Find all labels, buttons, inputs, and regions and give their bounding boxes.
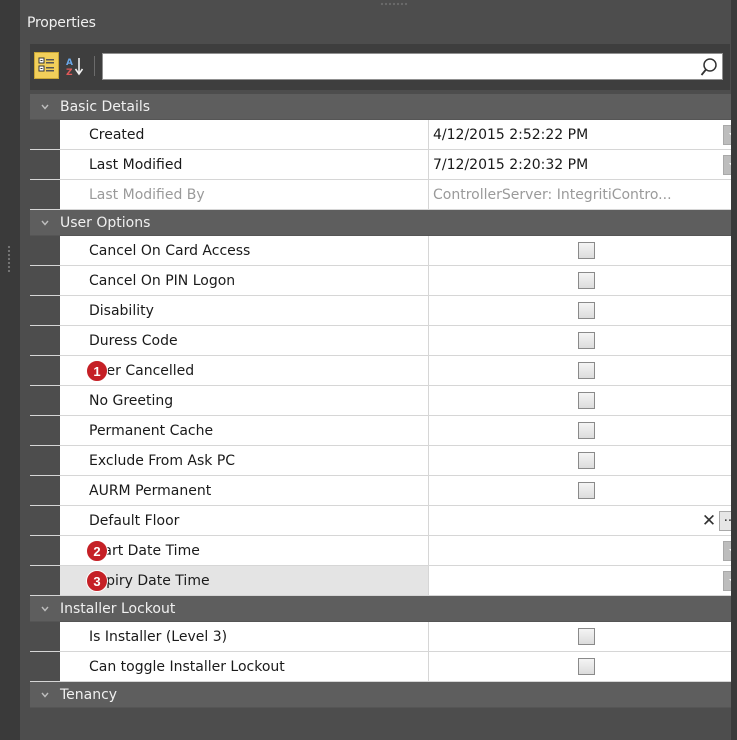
category-basic-details[interactable]: Basic Details (30, 94, 737, 120)
category-installer-lockout[interactable]: Installer Lockout (30, 596, 737, 622)
property-row-start-date-time[interactable]: 2 Start Date Time (30, 536, 737, 566)
category-label: Installer Lockout (60, 600, 176, 617)
property-name: Last Modified (60, 150, 429, 179)
property-name: Start Date Time (60, 536, 429, 565)
property-value: 7/12/2015 2:20:32 PM (433, 156, 589, 173)
callout-marker-3: 3 (86, 570, 108, 592)
property-row-cancel-on-pin-logon[interactable]: Cancel On PIN Logon (30, 266, 737, 296)
checkbox[interactable] (577, 272, 595, 289)
panel-title: Properties (27, 15, 96, 31)
svg-text:Z: Z (66, 68, 73, 76)
property-row-is-installer[interactable]: Is Installer (Level 3) (30, 622, 737, 652)
property-row-can-toggle-installer-lockout[interactable]: Can toggle Installer Lockout (30, 652, 737, 682)
properties-toolbar: A Z (30, 44, 730, 90)
checkbox[interactable] (577, 332, 595, 349)
property-value: 4/12/2015 2:52:22 PM (433, 126, 589, 143)
checkbox[interactable] (577, 452, 595, 469)
property-name: Cancel On PIN Logon (60, 266, 429, 295)
property-row-no-greeting[interactable]: No Greeting (30, 386, 737, 416)
search-icon[interactable] (700, 57, 718, 77)
panel-top-grip[interactable] (380, 2, 408, 6)
property-row-exclude-from-ask-pc[interactable]: Exclude From Ask PC (30, 446, 737, 476)
created-value[interactable]: 4/12/2015 2:52:22 PM (429, 120, 737, 149)
callout-marker-1: 1 (86, 360, 108, 382)
last-modified-value[interactable]: 7/12/2015 2:20:32 PM (429, 150, 737, 179)
property-name: AURM Permanent (60, 476, 429, 505)
left-dock-edge (0, 0, 20, 740)
property-search-box[interactable] (102, 53, 723, 80)
category-tenancy[interactable]: Tenancy (30, 682, 737, 708)
property-name: Disability (60, 296, 429, 325)
property-name: Permanent Cache (60, 416, 429, 445)
property-name: Duress Code (60, 326, 429, 355)
chevron-down-icon[interactable] (30, 691, 60, 699)
category-label: User Options (60, 214, 151, 231)
property-name: Exclude From Ask PC (60, 446, 429, 475)
svg-text:A: A (66, 58, 73, 68)
checkbox[interactable] (577, 242, 595, 259)
property-name: User Cancelled (60, 356, 429, 385)
toolbar-separator (94, 56, 95, 76)
property-row-duress-code[interactable]: Duress Code (30, 326, 737, 356)
property-name: Default Floor (60, 506, 429, 535)
property-name: Can toggle Installer Lockout (60, 652, 429, 681)
checkbox[interactable] (577, 658, 595, 675)
property-name: No Greeting (60, 386, 429, 415)
checkbox[interactable] (577, 362, 595, 379)
property-search-input[interactable] (103, 54, 683, 79)
property-name: Cancel On Card Access (60, 236, 429, 265)
categorized-view-button[interactable] (34, 52, 59, 79)
property-row-cancel-on-card-access[interactable]: Cancel On Card Access (30, 236, 737, 266)
right-dock-edge (731, 0, 737, 740)
category-user-options[interactable]: User Options (30, 210, 737, 236)
property-name: Is Installer (Level 3) (60, 622, 429, 651)
property-row-expiry-date-time[interactable]: 3 Expiry Date Time (30, 566, 737, 596)
checkbox[interactable] (577, 392, 595, 409)
checkbox[interactable] (577, 628, 595, 645)
property-row-aurm-permanent[interactable]: AURM Permanent (30, 476, 737, 506)
property-row-created[interactable]: Created 4/12/2015 2:52:22 PM (30, 120, 737, 150)
chevron-down-icon[interactable] (30, 103, 60, 111)
property-name: Created (60, 120, 429, 149)
categorized-view-icon (38, 57, 54, 72)
checkbox[interactable] (577, 422, 595, 439)
property-row-last-modified-by: Last Modified By ControllerServer: Integ… (30, 180, 737, 210)
checkbox[interactable] (577, 302, 595, 319)
checkbox[interactable] (577, 482, 595, 499)
sort-alphabetical-icon: A Z (66, 57, 83, 76)
property-grid: Basic Details Created 4/12/2015 2:52:22 … (30, 94, 737, 708)
property-row-permanent-cache[interactable]: Permanent Cache (30, 416, 737, 446)
category-label: Tenancy (60, 686, 118, 703)
property-name: Expiry Date Time (60, 566, 429, 595)
property-name: Last Modified By (60, 180, 429, 209)
dock-grip[interactable] (7, 245, 11, 273)
callout-marker-2: 2 (86, 540, 108, 562)
default-floor-value[interactable]: ✕ ··· (429, 506, 737, 535)
chevron-down-icon[interactable] (30, 605, 60, 613)
clear-icon[interactable]: ✕ (699, 511, 719, 531)
property-row-user-cancelled[interactable]: 1 User Cancelled (30, 356, 737, 386)
start-date-time-value[interactable] (429, 536, 737, 565)
property-row-default-floor[interactable]: Default Floor ✕ ··· (30, 506, 737, 536)
properties-panel: Properties A Z Basic Details Created 4/1… (20, 0, 737, 740)
expiry-date-time-value[interactable] (429, 566, 737, 595)
category-label: Basic Details (60, 98, 151, 115)
property-row-last-modified[interactable]: Last Modified 7/12/2015 2:20:32 PM (30, 150, 737, 180)
alphabetical-sort-button[interactable]: A Z (62, 52, 87, 79)
property-value: ControllerServer: IntegritiContro... (433, 186, 672, 203)
chevron-down-icon[interactable] (30, 219, 60, 227)
property-row-disability[interactable]: Disability (30, 296, 737, 326)
